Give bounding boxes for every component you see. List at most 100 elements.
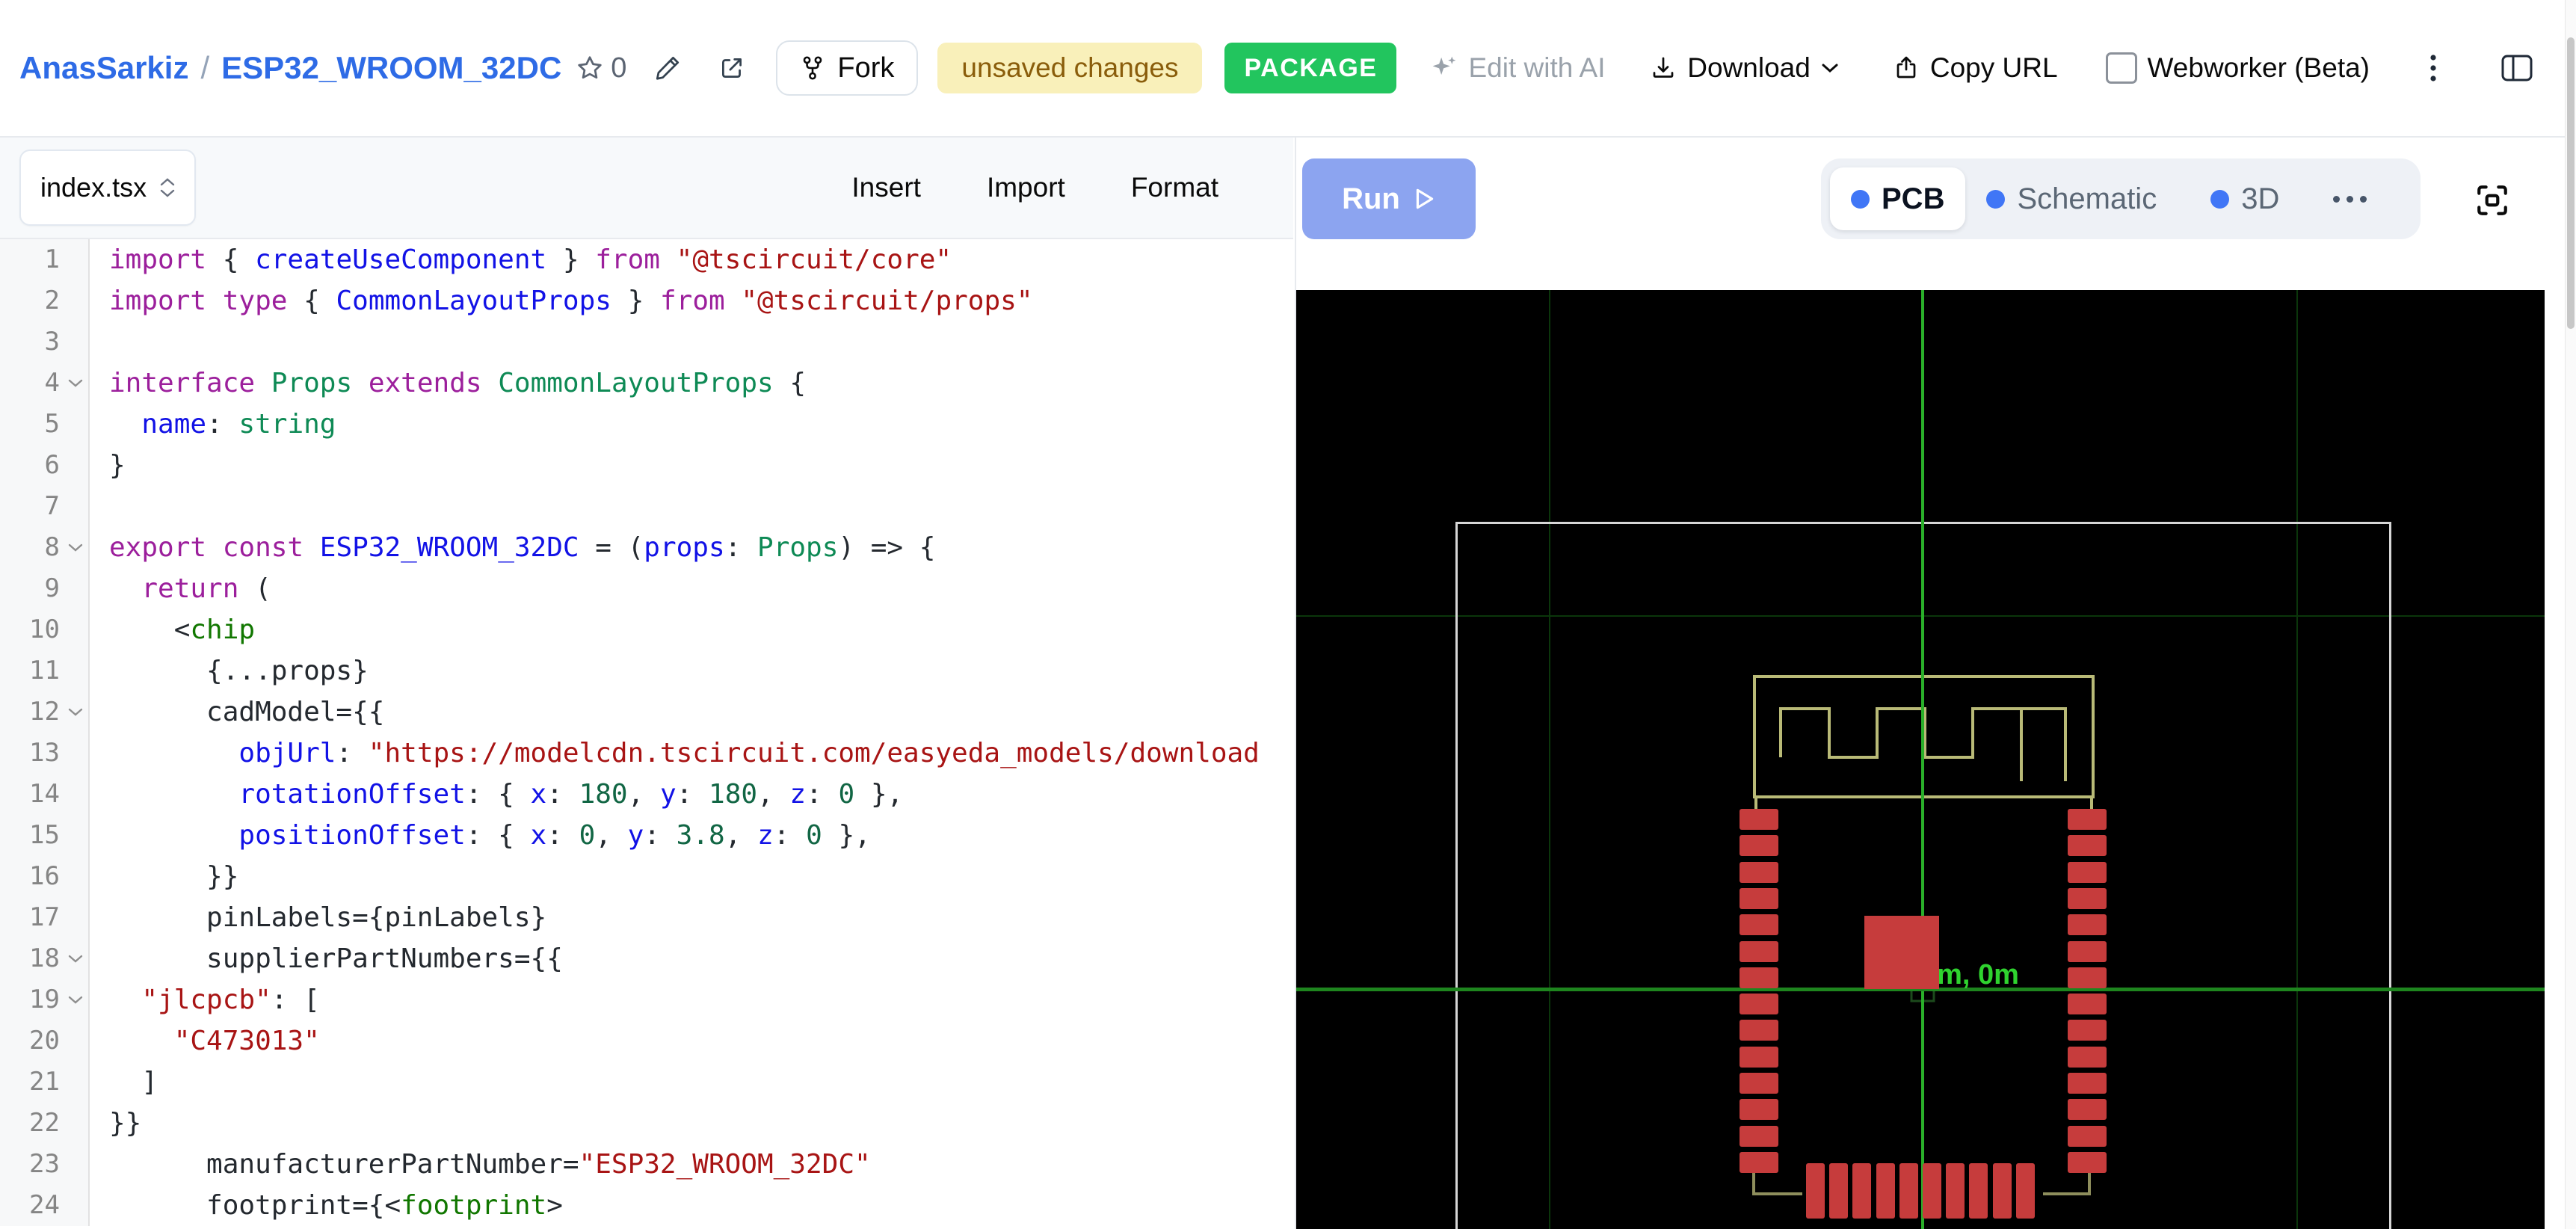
tab-3d[interactable]: 3D (2210, 182, 2279, 216)
gutter: 14 (0, 774, 90, 815)
pcb-pad[interactable] (1829, 1163, 1848, 1219)
pcb-pad[interactable] (1852, 1163, 1871, 1219)
kebab-icon[interactable] (2429, 54, 2437, 82)
pcb-pad[interactable] (1946, 1163, 1965, 1219)
code-text (90, 321, 109, 363)
preview-pane: Run PCB Schematic 3D (1295, 138, 2576, 1229)
code-editor[interactable]: 1import { createUseComponent } from "@ts… (0, 239, 1293, 1226)
scrollbar-thumb[interactable] (2567, 37, 2575, 329)
menu-item-insert[interactable]: Insert (851, 172, 921, 203)
pcb-pad[interactable] (2068, 994, 2107, 1014)
tab-schematic[interactable]: Schematic (1986, 182, 2157, 216)
pcb-pad[interactable] (2016, 1163, 2035, 1219)
code-line[interactable]: 14 rotationOffset: { x: 180, y: 180, z: … (0, 774, 1293, 815)
code-line[interactable]: 4interface Props extends CommonLayoutPro… (0, 363, 1293, 404)
code-line[interactable]: 24 footprint={<footprint> (0, 1185, 1293, 1226)
pcb-pad[interactable] (1899, 1163, 1918, 1219)
pcb-pad[interactable] (1740, 1020, 1778, 1041)
pcb-pad[interactable] (1876, 1163, 1895, 1219)
pcb-pad[interactable] (2068, 914, 2107, 935)
pcb-pad[interactable] (1740, 835, 1778, 856)
pcb-pad[interactable] (1740, 994, 1778, 1014)
code-line[interactable]: 21 ] (0, 1062, 1293, 1103)
pcb-pad[interactable] (1740, 1047, 1778, 1068)
pcb-pad[interactable] (2068, 1020, 2107, 1041)
pcb-pad[interactable] (1993, 1163, 2012, 1219)
code-line[interactable]: 17 pinLabels={pinLabels} (0, 897, 1293, 938)
code-line[interactable]: 20 "C473013" (0, 1020, 1293, 1062)
pcb-pad[interactable] (2068, 862, 2107, 883)
menu-item-import[interactable]: Import (987, 172, 1065, 203)
breadcrumb-project[interactable]: ESP32_WROOM_32DC (221, 50, 561, 86)
page-scrollbar[interactable] (2565, 0, 2576, 1229)
code-line[interactable]: 2import type { CommonLayoutProps } from … (0, 280, 1293, 321)
pcb-pad[interactable] (2068, 1126, 2107, 1147)
pcb-pad[interactable] (1740, 888, 1778, 909)
pcb-pad[interactable] (1740, 862, 1778, 883)
run-button[interactable]: Run (1302, 158, 1476, 239)
pcb-canvas[interactable]: 0m, 0m (1296, 290, 2545, 1229)
pencil-icon[interactable] (653, 54, 682, 82)
copy-url-button[interactable]: Copy URL (1893, 52, 2058, 84)
ellipsis-icon[interactable] (2333, 196, 2367, 203)
webworker-toggle[interactable]: Webworker (Beta) (2106, 52, 2370, 84)
fold-chevron-icon[interactable] (67, 543, 84, 552)
code-line[interactable]: 1import { createUseComponent } from "@ts… (0, 239, 1293, 280)
pcb-pad[interactable] (1806, 1163, 1825, 1219)
code-line[interactable]: 16 }} (0, 856, 1293, 897)
pcb-pad[interactable] (1740, 967, 1778, 988)
code-line[interactable]: 13 objUrl: "https://modelcdn.tscircuit.c… (0, 733, 1293, 774)
pcb-pad[interactable] (1740, 914, 1778, 935)
code-line[interactable]: 5 name: string (0, 404, 1293, 445)
pcb-pad[interactable] (1740, 1073, 1778, 1094)
pcb-pad[interactable] (2068, 967, 2107, 988)
fold-chevron-icon[interactable] (67, 995, 84, 1005)
download-button[interactable]: Download (1650, 52, 1839, 84)
code-line[interactable]: 15 positionOffset: { x: 0, y: 3.8, z: 0 … (0, 815, 1293, 856)
code-line[interactable]: 22}} (0, 1103, 1293, 1144)
code-line[interactable]: 19 "jlcpcb": [ (0, 979, 1293, 1020)
fullscreen-icon[interactable] (2474, 182, 2510, 218)
code-line[interactable]: 10 <chip (0, 609, 1293, 650)
pcb-pad[interactable] (2068, 941, 2107, 962)
pcb-pad[interactable] (2068, 835, 2107, 856)
gutter: 1 (0, 239, 90, 280)
pcb-pad[interactable] (1740, 1099, 1778, 1120)
code-line[interactable]: 12 cadModel={{ (0, 691, 1293, 733)
pcb-pad[interactable] (1923, 1163, 1941, 1219)
pcb-pad[interactable] (1740, 1152, 1778, 1173)
code-line[interactable]: 3 (0, 321, 1293, 363)
code-line[interactable]: 11 {...props} (0, 650, 1293, 691)
pcb-pad[interactable] (1740, 1126, 1778, 1147)
panel-layout-icon[interactable] (2500, 52, 2534, 84)
pcb-pad[interactable] (1969, 1163, 1988, 1219)
code-line[interactable]: 8export const ESP32_WROOM_32DC = (props:… (0, 527, 1293, 568)
code-line[interactable]: 23 manufacturerPartNumber="ESP32_WROOM_3… (0, 1144, 1293, 1185)
code-text: export const ESP32_WROOM_32DC = (props: … (90, 527, 935, 568)
code-line[interactable]: 7 (0, 486, 1293, 527)
fold-chevron-icon[interactable] (67, 378, 84, 388)
tab-pcb[interactable]: PCB (1830, 167, 1965, 230)
webworker-checkbox[interactable] (2106, 52, 2137, 84)
edit-with-ai-button[interactable]: Edit with AI (1431, 52, 1605, 84)
pcb-pad[interactable] (2068, 1152, 2107, 1173)
pcb-pad[interactable] (2068, 809, 2107, 830)
code-line[interactable]: 18 supplierPartNumbers={{ (0, 938, 1293, 979)
fold-chevron-icon[interactable] (67, 954, 84, 964)
file-select[interactable]: index.tsx (19, 150, 196, 226)
pcb-thermal-pad[interactable] (1864, 916, 1939, 989)
star-icon[interactable] (576, 55, 603, 81)
pcb-pad[interactable] (2068, 1047, 2107, 1068)
pcb-pad[interactable] (2068, 888, 2107, 909)
code-line[interactable]: 6} (0, 445, 1293, 486)
pcb-pad[interactable] (2068, 1099, 2107, 1120)
pcb-pad[interactable] (1740, 941, 1778, 962)
fold-chevron-icon[interactable] (67, 707, 84, 717)
fork-button[interactable]: Fork (776, 40, 918, 96)
code-line[interactable]: 9 return ( (0, 568, 1293, 609)
pcb-pad[interactable] (1740, 809, 1778, 830)
breadcrumb-owner[interactable]: AnasSarkiz (19, 50, 188, 86)
share-icon[interactable] (718, 54, 746, 82)
menu-item-format[interactable]: Format (1131, 172, 1218, 203)
pcb-pad[interactable] (2068, 1073, 2107, 1094)
